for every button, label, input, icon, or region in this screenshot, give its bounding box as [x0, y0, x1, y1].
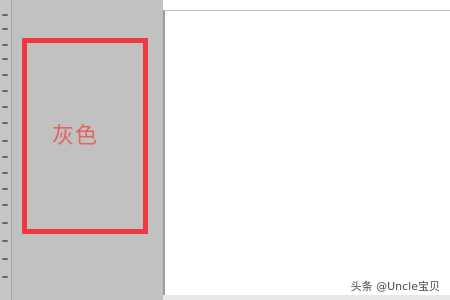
tool-icon[interactable] — [2, 188, 8, 190]
tool-icon[interactable] — [2, 204, 8, 206]
tool-icon[interactable] — [2, 240, 8, 242]
tool-icon[interactable] — [2, 172, 8, 174]
tool-icon[interactable] — [2, 58, 8, 60]
tool-icon[interactable] — [2, 140, 8, 142]
tools-panel-edge[interactable] — [0, 0, 12, 300]
app-window: 灰色 头条 @Uncle宝贝 — [0, 0, 450, 300]
document-canvas[interactable] — [163, 10, 450, 295]
watermark-text: 头条 @Uncle宝贝 — [350, 280, 440, 293]
tool-icon[interactable] — [2, 14, 8, 16]
tool-icon[interactable] — [2, 44, 8, 46]
tool-icon[interactable] — [2, 156, 8, 158]
tool-icon[interactable] — [2, 106, 8, 108]
tool-icon[interactable] — [2, 258, 8, 260]
tool-icon[interactable] — [2, 74, 8, 76]
tool-icon[interactable] — [2, 276, 8, 278]
tool-icon[interactable] — [2, 222, 8, 224]
tool-icon[interactable] — [2, 90, 8, 92]
canvas-bottom-edge — [163, 295, 450, 300]
tool-icon[interactable] — [2, 28, 8, 30]
tool-icon[interactable] — [2, 122, 8, 124]
gray-annotation-label: 灰色 — [52, 124, 99, 149]
